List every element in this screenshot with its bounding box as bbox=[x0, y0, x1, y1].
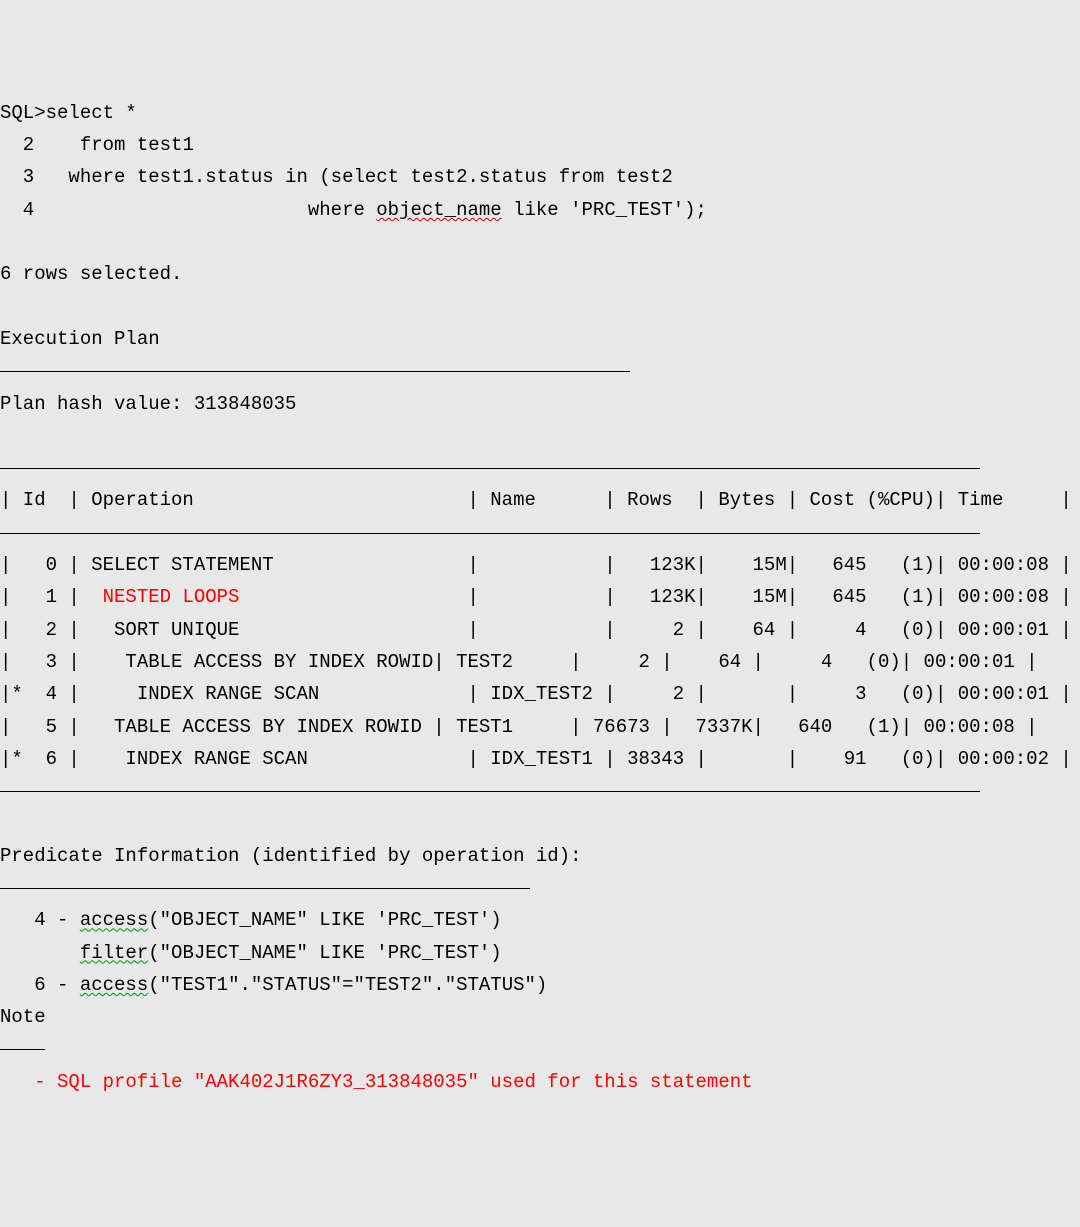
plan-row-0: | 0 | SELECT STATEMENT | | 123K| 15M| 64… bbox=[0, 554, 1072, 576]
pred-4-access-pre: 4 - bbox=[0, 909, 80, 931]
line-num-2: 2 bbox=[0, 134, 34, 156]
plan-hash-value: Plan hash value: 313848035 bbox=[0, 393, 296, 415]
divider bbox=[0, 467, 980, 469]
pred-4-filter-post: ("OBJECT_NAME" LIKE 'PRC_TEST') bbox=[148, 942, 501, 964]
plan-row-1a: | 1 | bbox=[0, 586, 103, 608]
line-num-3: 3 bbox=[0, 166, 34, 188]
predicate-info-label: Predicate Information (identified by ope… bbox=[0, 845, 582, 867]
plan-row-5: | 5 | TABLE ACCESS BY INDEX ROWID | TEST… bbox=[0, 716, 1038, 738]
nested-loops-highlight: NESTED LOOPS bbox=[103, 586, 240, 608]
note-label: Note bbox=[0, 1006, 46, 1028]
grammar-access-4: access bbox=[80, 909, 148, 931]
sql-line-2: from test1 bbox=[34, 134, 194, 156]
divider bbox=[0, 370, 630, 372]
plan-row-1b: | | 123K| 15M| 645 (1)| 00:00:08 | bbox=[239, 586, 1071, 608]
plan-row-2: | 2 | SORT UNIQUE | | 2 | 64 | 4 (0)| 00… bbox=[0, 619, 1072, 641]
execution-plan-label: Execution Plan bbox=[0, 328, 160, 350]
sql-line-3: where test1.status in (select test2.stat… bbox=[34, 166, 673, 188]
rows-selected: 6 rows selected. bbox=[0, 263, 182, 285]
plan-row-6: |* 6 | INDEX RANGE SCAN | IDX_TEST1 | 38… bbox=[0, 748, 1072, 770]
sql-prompt: SQL> bbox=[0, 102, 46, 124]
pred-4-filter-pre bbox=[0, 942, 80, 964]
grammar-filter-4: filter bbox=[80, 942, 148, 964]
plan-header-row: | Id | Operation | Name | Rows | Bytes |… bbox=[0, 489, 1072, 511]
divider bbox=[0, 532, 980, 534]
terminal-output: SQL>select * 2 from test1 3 where test1.… bbox=[0, 97, 1080, 1098]
pred-6-access-pre: 6 - bbox=[0, 974, 80, 996]
line-num-4: 4 bbox=[0, 199, 34, 221]
divider bbox=[0, 887, 530, 889]
grammar-access-6: access bbox=[80, 974, 148, 996]
divider bbox=[0, 790, 980, 792]
sql-line-1: select * bbox=[46, 102, 137, 124]
sql-profile-note: - SQL profile "AAK402J1R6ZY3_313848035" … bbox=[0, 1071, 753, 1093]
sql-line-4a: where bbox=[34, 199, 376, 221]
pred-4-access-post: ("OBJECT_NAME" LIKE 'PRC_TEST') bbox=[148, 909, 501, 931]
typo-object-name: object_name bbox=[376, 199, 501, 221]
pred-6-access-post: ("TEST1"."STATUS"="TEST2"."STATUS") bbox=[148, 974, 547, 996]
divider bbox=[0, 1048, 45, 1050]
plan-row-3: | 3 | TABLE ACCESS BY INDEX ROWID| TEST2… bbox=[0, 651, 1038, 673]
sql-line-4b: like 'PRC_TEST'); bbox=[502, 199, 707, 221]
plan-row-4: |* 4 | INDEX RANGE SCAN | IDX_TEST2 | 2 … bbox=[0, 683, 1072, 705]
